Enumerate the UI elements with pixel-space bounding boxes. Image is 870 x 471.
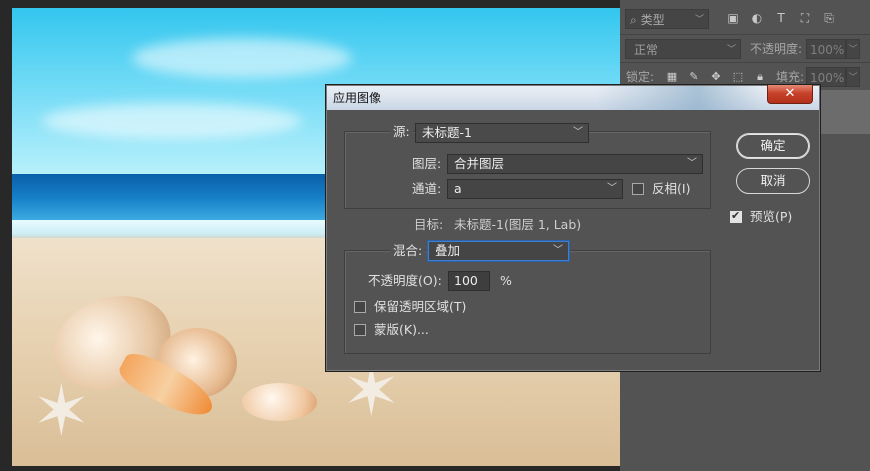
blending-value: 叠加 xyxy=(435,243,461,258)
layer-filter-row: ⌕ 类型 ﹀ ▣ ◐ T ⛶ ⎘ xyxy=(620,6,870,34)
chevron-down-icon: ﹀ xyxy=(694,15,704,25)
channel-select[interactable]: a ﹀ xyxy=(447,179,623,199)
lock-artboard-icon[interactable]: ⬚ xyxy=(732,71,744,83)
layer-select[interactable]: 合并图层 ﹀ xyxy=(447,154,703,174)
opacity-label: 不透明度: xyxy=(750,42,803,56)
apply-image-dialog: 应用图像 ✕ 源: 未标题-1 ﹀ 图层: 合并图层 ﹀ 通道: a ﹀ 反相(… xyxy=(325,84,821,372)
cancel-button[interactable]: 取消 xyxy=(736,168,810,194)
mask-label[interactable]: 蒙版(K)... xyxy=(374,320,429,340)
type-filter-icon[interactable]: T xyxy=(774,11,788,25)
dialog-title: 应用图像 xyxy=(333,91,382,105)
lock-image-pixels-icon[interactable]: ✎ xyxy=(688,71,700,83)
layer-row[interactable] xyxy=(816,90,870,134)
ok-button-label: 确定 xyxy=(760,138,786,153)
cancel-button-label: 取消 xyxy=(760,173,786,188)
close-button[interactable]: ✕ xyxy=(767,85,813,104)
close-icon: ✕ xyxy=(784,86,796,101)
opacity-unit: % xyxy=(500,273,512,288)
opacity-value: 100 xyxy=(454,273,478,288)
image-filter-icon[interactable]: ▣ xyxy=(726,11,740,25)
source-select[interactable]: 未标题-1 ﹀ xyxy=(415,123,589,143)
preview-checkbox[interactable] xyxy=(730,209,742,223)
cloud xyxy=(42,103,302,139)
blend-mode-value: 正常 xyxy=(634,43,659,57)
opacity-dropdown-icon[interactable]: ﹀ xyxy=(846,39,860,59)
target-label: 目标: xyxy=(414,217,444,232)
mask-checkbox[interactable] xyxy=(354,324,366,336)
chevron-down-icon: ﹀ xyxy=(553,245,563,256)
blend-mode-select[interactable]: 正常 ﹀ xyxy=(625,39,741,59)
chevron-down-icon: ﹀ xyxy=(726,45,736,55)
preserve-transparency-label[interactable]: 保留透明区域(T) xyxy=(374,297,466,317)
opacity-label: 不透明度(O): xyxy=(368,273,442,288)
chevron-down-icon: ﹀ xyxy=(687,158,697,169)
lock-transparent-pixels-icon[interactable]: ▦ xyxy=(666,71,678,83)
scallop-shell xyxy=(242,383,317,421)
adjustment-filter-icon[interactable]: ◐ xyxy=(750,11,764,25)
cloud xyxy=(132,38,352,78)
preview-label[interactable]: 预览(P) xyxy=(750,207,792,227)
starfish: ✶ xyxy=(32,370,91,452)
lock-position-icon[interactable]: ✥ xyxy=(710,71,722,83)
source-value: 未标题-1 xyxy=(422,125,472,140)
chevron-down-icon: ﹀ xyxy=(573,127,583,138)
chevron-down-icon: ﹀ xyxy=(607,183,617,194)
lock-all-icon[interactable]: 🔒︎ xyxy=(754,71,766,83)
target-value: 未标题-1(图层 1, Lab) xyxy=(454,217,582,232)
opacity-input[interactable]: 100 xyxy=(448,271,490,291)
shape-filter-icon[interactable]: ⛶ xyxy=(798,11,812,25)
channel-label: 通道: xyxy=(412,181,442,196)
fill-dropdown-icon[interactable]: ﹀ xyxy=(846,67,860,87)
blending-label: 混合: xyxy=(390,241,426,261)
blending-select[interactable]: 叠加 ﹀ xyxy=(428,241,569,261)
invert-label[interactable]: 反相(I) xyxy=(652,179,690,199)
smart-object-filter-icon[interactable]: ⎘ xyxy=(822,11,836,25)
preserve-transparency-checkbox[interactable] xyxy=(354,301,366,313)
titlebar-glass xyxy=(596,86,766,110)
kind-filter-value: 类型 xyxy=(640,13,665,27)
search-icon: ⌕ xyxy=(630,13,637,27)
layer-label: 图层: xyxy=(412,156,442,171)
opacity-field[interactable]: 100% xyxy=(806,39,846,59)
dialog-body: 源: 未标题-1 ﹀ 图层: 合并图层 ﹀ 通道: a ﹀ 反相(I) 目标: … xyxy=(334,111,811,363)
kind-filter-select[interactable]: ⌕ 类型 ﹀ xyxy=(625,9,709,29)
invert-checkbox[interactable] xyxy=(632,183,644,195)
source-label: 源: xyxy=(390,122,413,142)
channel-value: a xyxy=(454,181,462,196)
layer-value: 合并图层 xyxy=(454,156,505,171)
blend-row: 正常 ﹀ 不透明度: 100% ﹀ xyxy=(620,34,870,63)
ok-button[interactable]: 确定 xyxy=(736,133,810,159)
